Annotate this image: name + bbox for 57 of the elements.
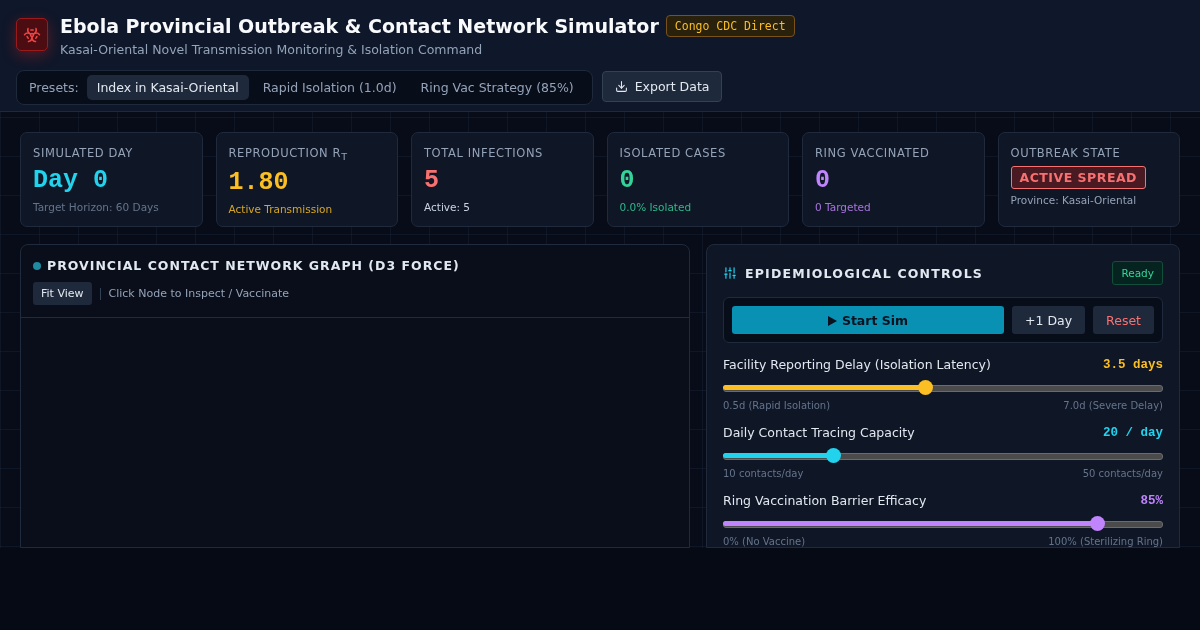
slider-label: Facility Reporting Delay (Isolation Latency) [723,357,991,372]
stat-label: SIMULATED DAY [33,146,134,160]
presets-label: Presets: [29,80,79,95]
slider-reading: 3.5 days [1103,357,1163,372]
stat-value: 0 [815,166,831,196]
stat-label: REPRODUCTION R$_{T}$ [228,146,349,163]
stat-label: ISOLATED CASES [619,146,727,160]
slider-max-label: 100% (Sterilizing Ring) [1048,536,1163,547]
source-tag: Congo CDC Direct [665,15,795,37]
slider-thumb[interactable] [918,380,934,395]
stat-note: 0.0% Isolated [619,201,693,213]
app-title: Ebola Provincial Outbreak & Contact Network Simulator [60,15,659,37]
slider-min-label: 0.5d (Rapid Isolation) [723,400,831,411]
stat-note: Province: Kasai-Oriental [1010,194,1138,206]
stat-label: TOTAL INFECTIONS [424,146,544,160]
stat-note: Target Horizon: 60 Days [33,201,160,213]
reset-button[interactable]: Reset [1093,306,1154,334]
slider-max-label: 50 contacts/day [1082,468,1163,479]
slider-thumb[interactable] [826,448,841,463]
stat-value: Day 0 [33,166,109,196]
fit-view-button[interactable]: Fit View [33,282,92,305]
stat-note: 0 Targeted [815,201,872,213]
stat-note: Active: 5 [424,201,472,213]
slider-min-label: 0% (No Vaccine) [723,536,806,547]
status-badge: Ready [1112,261,1163,285]
slider-reading: 20 / day [1103,425,1163,440]
status-dot [33,261,41,270]
panel-title: PROVINCIAL CONTACT NETWORK GRAPH (D3 FORCE) [47,258,460,273]
sliders-icon [723,266,737,280]
preset-button[interactable]: Index in Kasai-Oriental [86,75,249,100]
stat-label: OUTBREAK STATE [1010,146,1122,160]
stat-value: 5 [424,166,440,196]
slider-reading: 85% [1140,493,1163,508]
slider-max-label: 7.0d (Severe Delay) [1063,400,1163,411]
slider-track[interactable] [723,516,1163,531]
slider-label: Daily Contact Tracing Capacity [723,425,915,440]
panel-title: EPIDEMIOLOGICAL CONTROLS [745,265,983,281]
stat-note: Active Transmission [228,203,334,216]
preset-button[interactable]: Rapid Isolation (1.0d) [252,75,407,100]
step-button[interactable]: +1 Day [1012,306,1086,334]
slider-min-label: 10 contacts/day [723,468,804,479]
slider-thumb[interactable] [1090,516,1105,531]
start-button[interactable]: Start Sim [732,306,1004,334]
slider-label: Ring Vaccination Barrier Efficacy [723,493,927,508]
state-badge: ACTIVE SPREAD [1010,166,1146,189]
stat-value: 0 [619,166,636,196]
slider-track[interactable] [723,448,1163,463]
download-icon [614,80,628,93]
preset-button[interactable]: Ring Vac Strategy (85%) [410,75,584,100]
hint-text: Click Node to Inspect / Vaccinate [108,287,290,300]
play-icon [827,315,837,326]
stat-label: RING VACCINATED [815,146,931,160]
slider-track[interactable] [723,380,1163,395]
stat-value: 1.80 [228,168,290,199]
app-subtitle: Kasai-Oriental Novel Transmission Monitoring & Isolation Command [60,42,484,57]
biohazard-icon [16,18,48,51]
export-button[interactable]: Export Data [601,71,723,102]
